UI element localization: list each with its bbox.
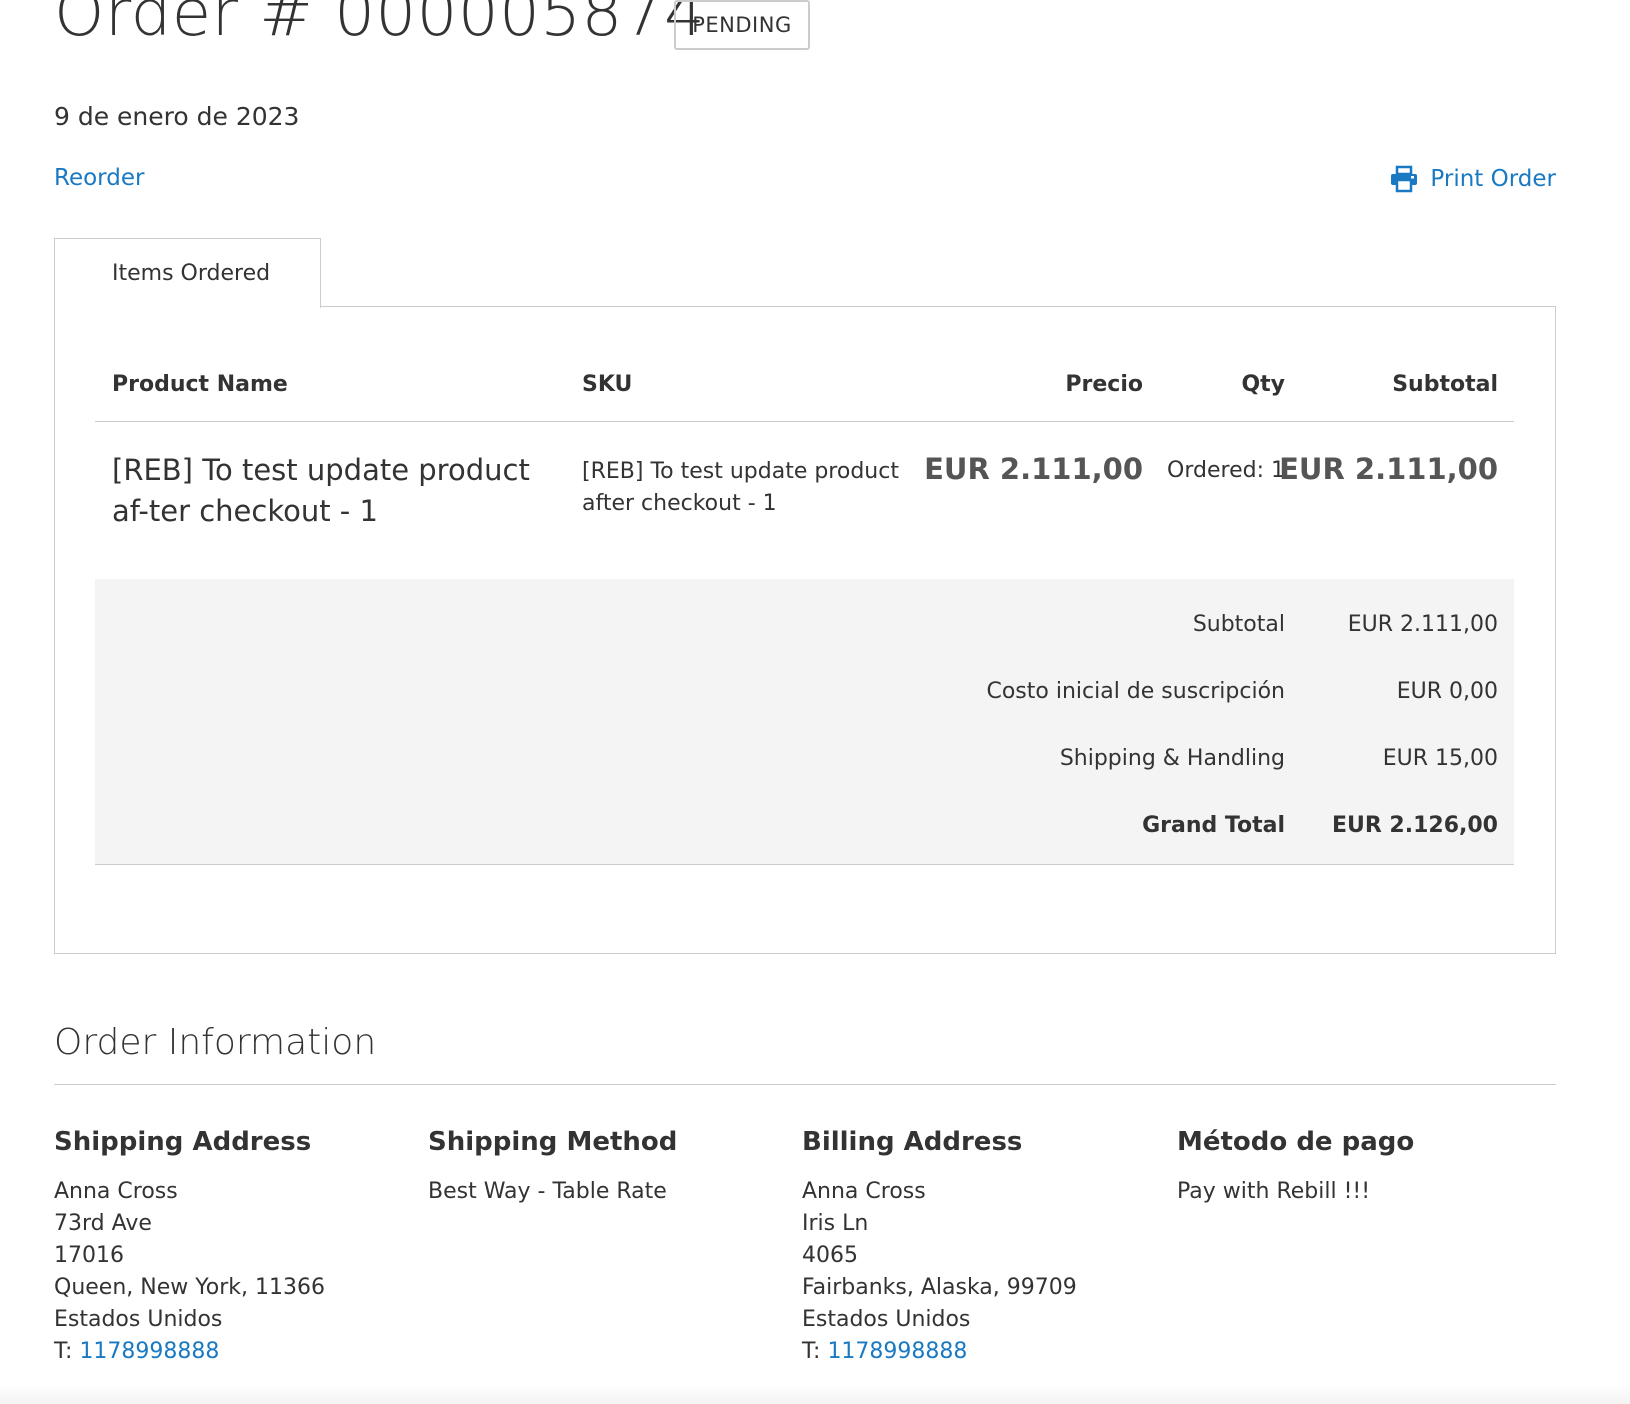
printer-icon	[1390, 165, 1418, 193]
column-header-product-name: Product Name	[112, 372, 288, 397]
grand-total-label: Grand Total	[1142, 813, 1285, 838]
tab-items-ordered[interactable]: Items Ordered	[54, 238, 321, 308]
order-date: 9 de enero de 2023	[54, 102, 300, 131]
shipping-city-line: Queen, New York, 11366	[54, 1275, 325, 1300]
product-sku: [REB] To test update product after check…	[582, 459, 899, 516]
print-order-label: Print Order	[1430, 166, 1556, 192]
column-header-qty: Qty	[1241, 372, 1285, 397]
column-header-price: Precio	[1065, 372, 1143, 397]
shipping-street: 73rd Ave	[54, 1211, 152, 1236]
grand-total-value: EUR 2.126,00	[1331, 813, 1498, 838]
billing-phone-line: T: 1178998888	[802, 1336, 1172, 1368]
payment-method-value: Pay with Rebill !!!	[1177, 1179, 1371, 1204]
print-order-link[interactable]: Print Order	[1390, 165, 1556, 193]
shipping-country: Estados Unidos	[54, 1307, 223, 1332]
reorder-link[interactable]: Reorder	[54, 165, 144, 191]
shipping-street-2: 17016	[54, 1243, 124, 1268]
billing-street-2: 4065	[802, 1243, 858, 1268]
subscription-fee-value: EUR 0,00	[1396, 679, 1498, 704]
table-header-row: Product Name SKU Precio Qty Subtotal	[95, 362, 1514, 422]
shipping-phone-link[interactable]: 1178998888	[79, 1339, 219, 1364]
payment-method-heading: Método de pago	[1177, 1127, 1415, 1157]
product-name: [REB] To test update product af-ter chec…	[112, 453, 530, 528]
shipping-handling-value: EUR 15,00	[1382, 746, 1498, 771]
shipping-method-box: Shipping Method Best Way - Table Rate	[428, 1126, 798, 1208]
shipping-name: Anna Cross	[54, 1179, 178, 1204]
column-header-sku: SKU	[582, 372, 633, 397]
product-qty: Ordered: 1	[1167, 458, 1285, 483]
divider	[54, 1084, 1556, 1085]
subscription-fee-label: Costo inicial de suscripción	[986, 679, 1285, 704]
shipping-address-box: Shipping Address Anna Cross 73rd Ave 170…	[54, 1126, 424, 1368]
billing-phone-prefix: T:	[802, 1339, 828, 1364]
page-title: Order # 000005874	[54, 0, 706, 51]
order-totals: Subtotal EUR 2.111,00 Costo inicial de s…	[95, 579, 1514, 865]
subtotal-label: Subtotal	[1192, 612, 1285, 637]
billing-country: Estados Unidos	[802, 1307, 971, 1332]
column-header-subtotal: Subtotal	[1392, 372, 1498, 397]
billing-address-heading: Billing Address	[802, 1127, 1023, 1157]
shipping-address-heading: Shipping Address	[54, 1127, 312, 1157]
shipping-phone-line: T: 1178998888	[54, 1336, 424, 1368]
page-bottom-edge	[0, 1384, 1630, 1404]
billing-address-box: Billing Address Anna Cross Iris Ln 4065 …	[802, 1126, 1172, 1368]
order-information-title: Order Information	[54, 1022, 377, 1063]
subtotal-value: EUR 2.111,00	[1347, 612, 1498, 637]
shipping-handling-label: Shipping & Handling	[1059, 746, 1285, 771]
billing-phone-link[interactable]: 1178998888	[827, 1339, 967, 1364]
billing-city-line: Fairbanks, Alaska, 99709	[802, 1275, 1077, 1300]
billing-name: Anna Cross	[802, 1179, 926, 1204]
shipping-method-heading: Shipping Method	[428, 1127, 678, 1157]
billing-street: Iris Ln	[802, 1211, 869, 1236]
payment-method-box: Método de pago Pay with Rebill !!!	[1177, 1126, 1547, 1208]
order-status-badge: PENDING	[674, 0, 810, 50]
order-view-page: Order # 000005874 PENDING 9 de enero de …	[0, 0, 1630, 1404]
product-subtotal: EUR 2.111,00	[1279, 452, 1498, 486]
items-table: Product Name SKU Precio Qty Subtotal	[95, 362, 1514, 422]
product-price: EUR 2.111,00	[924, 452, 1143, 486]
shipping-method-value: Best Way - Table Rate	[428, 1179, 667, 1204]
shipping-phone-prefix: T:	[54, 1339, 80, 1364]
